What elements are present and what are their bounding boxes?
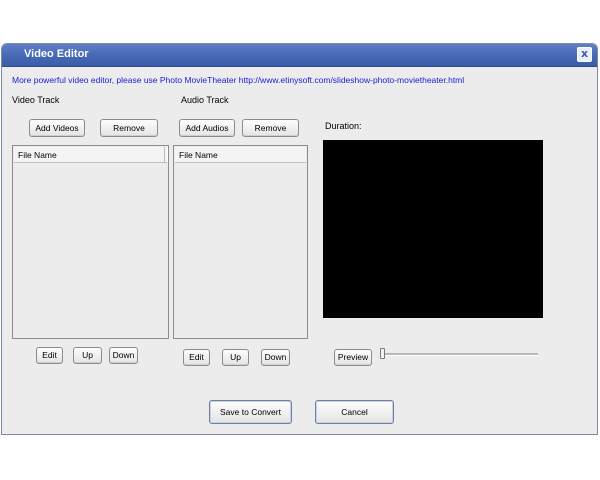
save-to-convert-button[interactable]: Save to Convert [209, 400, 292, 424]
save-to-convert-label: Save to Convert [220, 407, 281, 417]
close-button[interactable]: x [577, 47, 592, 62]
preview-slider-thumb[interactable] [380, 348, 385, 359]
preview-slider-track[interactable] [382, 353, 538, 356]
video-preview-screen [323, 140, 543, 318]
promo-link[interactable]: More powerful video editor, please use P… [12, 75, 464, 85]
preview-button[interactable]: Preview [334, 349, 372, 366]
cancel-button[interactable]: Cancel [315, 400, 394, 424]
audio-edit-label: Edit [189, 352, 204, 362]
video-edit-button[interactable]: Edit [36, 347, 63, 364]
video-up-button[interactable]: Up [73, 347, 102, 364]
close-icon: x [580, 47, 589, 60]
video-editor-window: Video Editor x More powerful video edito… [1, 43, 598, 435]
video-edit-label: Edit [42, 350, 57, 360]
add-videos-label: Add Videos [35, 123, 79, 133]
video-up-label: Up [82, 350, 93, 360]
audio-track-label: Audio Track [181, 95, 229, 105]
video-down-label: Down [112, 350, 135, 360]
cancel-label: Cancel [341, 407, 368, 417]
remove-audio-button[interactable]: Remove [242, 119, 299, 137]
video-file-list[interactable]: File Name [12, 145, 169, 339]
audio-file-list[interactable]: File Name [173, 145, 308, 339]
video-track-label: Video Track [12, 95, 60, 105]
video-list-header-divider [164, 147, 168, 162]
audio-list-header[interactable]: File Name [175, 147, 306, 163]
audio-down-label: Down [264, 352, 287, 362]
add-audios-button[interactable]: Add Audios [179, 119, 235, 137]
audio-up-label: Up [230, 352, 241, 362]
audio-up-button[interactable]: Up [222, 349, 249, 366]
preview-label: Preview [337, 352, 369, 362]
audio-down-button[interactable]: Down [261, 349, 290, 366]
title-bar[interactable]: Video Editor x [2, 44, 597, 67]
video-list-header[interactable]: File Name [14, 147, 167, 163]
remove-audio-label: Remove [254, 123, 287, 133]
video-down-button[interactable]: Down [109, 347, 138, 364]
window-title: Video Editor [24, 48, 89, 60]
add-videos-button[interactable]: Add Videos [29, 119, 85, 137]
remove-video-label: Remove [113, 123, 145, 133]
duration-label: Duration: [325, 121, 362, 131]
add-audios-label: Add Audios [185, 123, 229, 133]
remove-video-button[interactable]: Remove [100, 119, 158, 137]
audio-edit-button[interactable]: Edit [183, 349, 210, 366]
